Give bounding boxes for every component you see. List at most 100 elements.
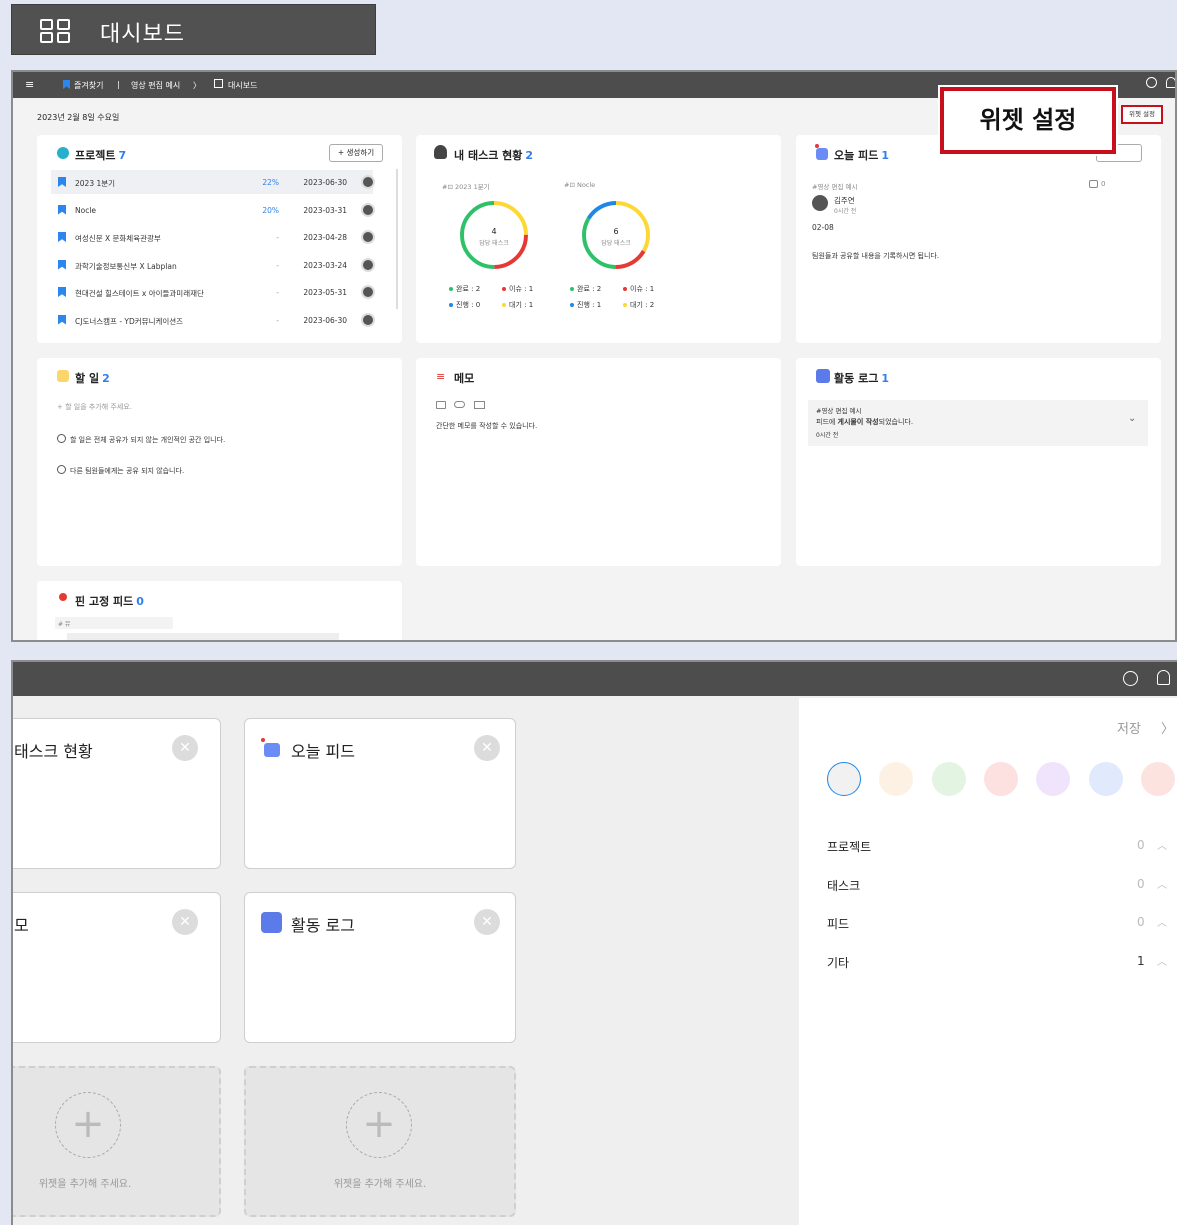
color-swatch[interactable]	[931, 762, 966, 796]
add-widget-slot[interactable]: + 위젯을 추가해 주세요.	[13, 1066, 221, 1217]
project-due-date: 2023-03-31	[303, 205, 347, 215]
activity-time: 0시간 전	[816, 432, 839, 439]
activity-tag: #영상 편집 예시	[816, 407, 862, 415]
category-label[interactable]: 프로젝트	[827, 838, 871, 855]
color-swatch[interactable]	[1036, 762, 1071, 796]
date-label: 2023년 2월 8일 수요일	[37, 113, 120, 122]
bookmark-icon	[58, 287, 66, 297]
search-icon[interactable]	[1146, 77, 1157, 88]
activity-item[interactable]: #영상 편집 예시 피드에 게시물이 작성되었습니다. 0시간 전 ⌄	[808, 400, 1148, 446]
image-icon[interactable]	[436, 401, 446, 409]
legend-wait: 대기 : 1	[502, 300, 533, 310]
category-count: 0	[1137, 876, 1145, 891]
search-icon[interactable]	[1123, 671, 1138, 686]
save-button[interactable]: 저장	[1117, 718, 1141, 737]
project-due-date: 2023-04-28	[303, 233, 347, 242]
top-nav-bar	[13, 662, 1177, 696]
project-row[interactable]: 여성신문 X 문화체육관광부 - 2023-04-28	[51, 225, 375, 249]
category-label[interactable]: 피드	[827, 915, 849, 932]
feed-date: 02-08	[812, 223, 834, 232]
project-name: 2023 1분기	[75, 179, 116, 188]
add-todo-input[interactable]: + 할 일을 추가해 주세요.	[57, 402, 132, 412]
dashboard-icon	[214, 79, 223, 88]
close-icon[interactable]: ✕	[172, 735, 198, 761]
widget-settings-button[interactable]: 위젯 설정	[1121, 105, 1163, 124]
user-check-icon	[434, 145, 447, 159]
plus-icon[interactable]: +	[55, 1092, 121, 1158]
project-name: 여성신문 X 문화체육관광부	[75, 234, 161, 243]
project-row[interactable]: 2023 1분기 22% 2023-06-30	[51, 170, 375, 194]
table-icon[interactable]	[474, 401, 485, 409]
color-swatch[interactable]	[1140, 762, 1175, 796]
task-status-widget-edit[interactable]: 태스크 현황 ✕	[13, 718, 221, 869]
activity-log-widget: 활동 로그 1 #영상 편집 예시 피드에 게시물이 작성되었습니다. 0시간 전…	[796, 358, 1161, 566]
category-label[interactable]: 기타	[827, 954, 849, 971]
project-row[interactable]: 현대건설 힐스테이트 x 아이들과미래재단 - 2023-05-31	[51, 280, 375, 304]
chart-tag: #⊡ Nocle	[564, 181, 596, 189]
project-due-date: 2023-03-24	[303, 260, 347, 270]
chevron-up-icon[interactable]: ︿	[1157, 914, 1167, 929]
category-count: 1	[1137, 953, 1145, 968]
widget-title: 태스크 현황	[14, 742, 93, 761]
pinned-item-bar	[67, 633, 339, 640]
menu-icon[interactable]: ≡	[25, 78, 34, 91]
activity-msg: 피드에 게시물이 작성되었습니다.	[816, 418, 914, 426]
memo-body[interactable]: 간단한 메모를 작성할 수 있습니다.	[436, 421, 537, 431]
legend-issue: 이슈 : 1	[623, 284, 654, 294]
avatar	[361, 285, 375, 299]
chevron-up-icon[interactable]: ︿	[1157, 876, 1167, 891]
legend-issue: 이슈 : 1	[502, 284, 533, 294]
project-progress: 22%	[262, 178, 279, 187]
project-progress: -	[276, 260, 279, 270]
memo-widget-edit[interactable]: 모 ✕	[13, 892, 221, 1043]
chat-icon	[816, 148, 828, 160]
todo-checkbox[interactable]	[57, 465, 66, 474]
scrollbar[interactable]	[396, 169, 398, 309]
project-progress: -	[276, 315, 279, 325]
project-due-date: 2023-06-30	[303, 178, 347, 187]
color-swatch[interactable]	[983, 762, 1018, 796]
bell-icon[interactable]	[1166, 77, 1175, 88]
add-widget-slot[interactable]: + 위젯을 추가해 주세요.	[244, 1066, 516, 1217]
activity-log-widget-edit[interactable]: 활동 로그 ✕	[244, 892, 516, 1043]
widget-settings-screenshot: 태스크 현황 ✕ 오늘 피드 ✕ 모 ✕ 활동 로그 ✕ + 위젯을 추가해 주…	[11, 660, 1177, 1225]
project-row[interactable]: CJ도너스캠프 - YD커뮤니케이션즈 - 2023-06-30	[51, 308, 375, 332]
category-label[interactable]: 태스크	[827, 877, 860, 894]
image-icon	[1089, 180, 1098, 188]
favorites-link[interactable]: 즐겨찾기	[74, 80, 103, 91]
legend-progress: 진행 : 1	[570, 300, 601, 310]
todo-widget: 할 일2 + 할 일을 추가해 주세요. 할 일은 전체 공유가 되지 않는 개…	[37, 358, 402, 566]
legend-wait: 대기 : 2	[623, 300, 654, 310]
projects-title: 프로젝트 7	[75, 149, 127, 162]
chevron-up-icon[interactable]: ︿	[1157, 837, 1167, 852]
activity-title: 활동 로그 1	[834, 372, 889, 385]
bookmark-icon	[58, 204, 66, 215]
bell-icon[interactable]	[1157, 670, 1170, 685]
create-project-button[interactable]: + 생성하기	[329, 144, 383, 162]
project-progress: -	[276, 288, 279, 297]
feed-user: 김주연	[834, 196, 855, 205]
bookmark-icon	[63, 80, 70, 89]
chevron-right-icon[interactable]: 〉	[1161, 718, 1174, 737]
color-swatch[interactable]	[827, 762, 861, 796]
close-icon[interactable]: ✕	[474, 909, 500, 935]
close-icon[interactable]: ✕	[172, 909, 198, 935]
todo-checkbox[interactable]	[57, 434, 66, 443]
project-row[interactable]: 과학기술정보통신부 X Labplan - 2023-03-24	[51, 253, 375, 277]
dashboard-screenshot: ≡ 즐겨찾기 | 영상 편집 예시 〉 대시보드 2023년 2월 8일 수요일…	[11, 70, 1177, 642]
project-row[interactable]: Nocle 20% 2023-03-31	[51, 198, 375, 222]
today-feed-widget-edit[interactable]: 오늘 피드 ✕	[244, 718, 516, 869]
close-icon[interactable]: ✕	[474, 735, 500, 761]
donut-label: 담당 태스크	[479, 240, 509, 247]
breadcrumb-project[interactable]: 영상 편집 예시	[131, 80, 180, 91]
link-icon[interactable]	[454, 401, 465, 408]
breadcrumb-page: 대시보드	[228, 81, 258, 90]
color-swatch[interactable]	[879, 762, 914, 796]
chevron-down-icon[interactable]: ⌄	[1128, 413, 1136, 424]
color-swatch[interactable]	[1088, 762, 1123, 796]
plus-icon[interactable]: +	[346, 1092, 412, 1158]
pinned-item[interactable]: # 뮤	[55, 617, 173, 629]
dashboard-grid-icon	[40, 19, 70, 43]
todo-item: 할 일은 전체 공유가 되지 않는 개인적인 공간 입니다.	[70, 436, 226, 444]
chevron-up-icon[interactable]: ︿	[1157, 953, 1167, 968]
